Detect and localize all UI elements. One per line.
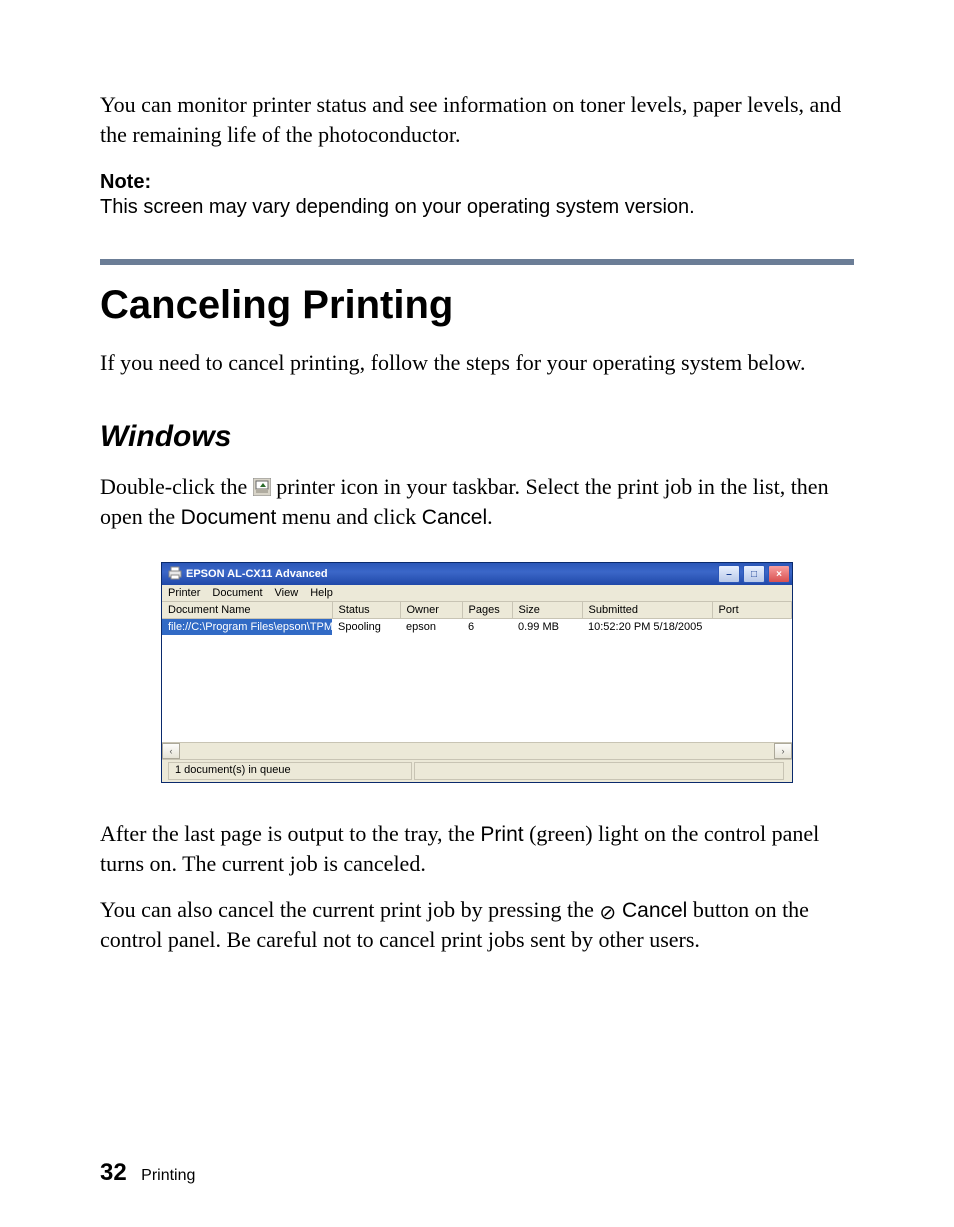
cancel-button-label: Cancel [616,899,687,922]
cell-submitted: 10:52:20 PM 5/18/2005 [582,619,712,636]
page-number: 32 [100,1159,127,1186]
queue-list: Document Name Status Owner Pages Size Su… [162,602,792,742]
col-port[interactable]: Port [712,602,792,619]
note-label: Note: [100,171,854,194]
instruction-text-d: . [487,504,493,529]
cell-document-name: file://C:\Program Files\epson\TPM… [162,619,332,636]
printer-icon [168,566,182,583]
menu-help[interactable]: Help [310,587,333,599]
also-text-a: You can also cancel the current print jo… [100,897,599,922]
queue-row[interactable]: file://C:\Program Files\epson\TPM… Spool… [162,619,792,636]
print-light-label: Print [480,823,523,846]
cell-status: Spooling [332,619,400,636]
menu-printer[interactable]: Printer [168,587,200,599]
cell-size: 0.99 MB [512,619,582,636]
cell-pages: 6 [462,619,512,636]
col-document-name[interactable]: Document Name [162,602,332,619]
after-paragraph: After the last page is output to the tra… [100,819,854,879]
scroll-right-icon[interactable]: › [774,743,792,759]
page: You can monitor printer status and see i… [0,0,954,1227]
menu-name-document: Document [181,506,277,529]
intro-paragraph: You can monitor printer status and see i… [100,90,854,149]
minimize-button[interactable]: – [718,565,740,583]
window-buttons: – □ × [718,565,790,583]
queue-header-row: Document Name Status Owner Pages Size Su… [162,602,792,619]
cell-owner: epson [400,619,462,636]
window-title: EPSON AL-CX11 Advanced [186,568,718,580]
menu-item-cancel: Cancel [422,506,487,529]
instruction-paragraph: Double-click the printer icon in your ta… [100,472,854,532]
section-heading: Canceling Printing [100,283,854,328]
section-intro: If you need to cancel printing, follow t… [100,348,854,378]
scroll-left-icon[interactable]: ‹ [162,743,180,759]
menu-view[interactable]: View [275,587,299,599]
cell-port [712,619,792,636]
after-text-a: After the last page is output to the tra… [100,821,480,846]
titlebar: EPSON AL-CX11 Advanced – □ × [162,563,792,585]
horizontal-scrollbar[interactable]: ‹ › [162,742,792,759]
subsection-heading: Windows [100,420,854,454]
statusbar-text: 1 document(s) in queue [168,762,412,780]
note-body: This screen may vary depending on your o… [100,196,854,219]
statusbar: 1 document(s) in queue [162,759,792,782]
page-footer: 32 Printing [100,1159,195,1187]
footer-section: Printing [141,1167,195,1184]
col-owner[interactable]: Owner [400,602,462,619]
col-status[interactable]: Status [332,602,400,619]
also-cancel-paragraph: You can also cancel the current print jo… [100,895,854,955]
col-size[interactable]: Size [512,602,582,619]
section-rule [100,259,854,265]
cancel-icon: ⊘ [599,903,616,923]
menubar: Printer Document View Help [162,585,792,602]
col-submitted[interactable]: Submitted [582,602,712,619]
print-queue-window: EPSON AL-CX11 Advanced – □ × Printer Doc… [161,562,793,783]
statusbar-spacer [414,762,784,780]
instruction-text-a: Double-click the [100,474,253,499]
menu-document[interactable]: Document [212,587,262,599]
scroll-track[interactable] [180,744,774,758]
printer-tray-icon [253,478,271,496]
col-pages[interactable]: Pages [462,602,512,619]
queue-table: Document Name Status Owner Pages Size Su… [162,602,792,635]
instruction-text-c: menu and click [276,504,421,529]
close-button[interactable]: × [768,565,790,583]
maximize-button[interactable]: □ [743,565,765,583]
